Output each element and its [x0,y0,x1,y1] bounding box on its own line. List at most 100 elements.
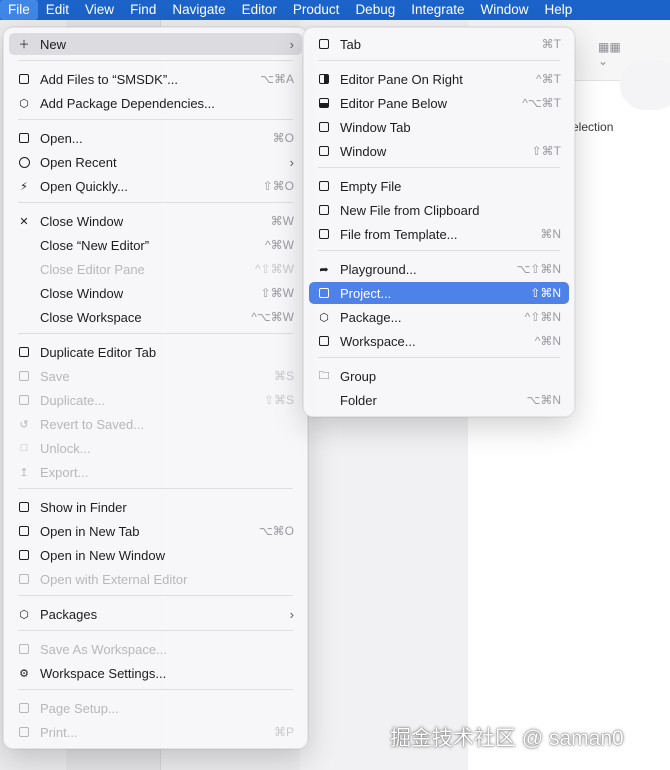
submenu-item-playground[interactable]: ➦ Playground... ⌥⇧⌘N [309,258,569,280]
revert-icon: ↺ [19,418,29,431]
submenu-item-group[interactable]: 🗀︎ Group [309,365,569,387]
clock-icon [17,155,31,169]
window-tab-icon [317,120,331,134]
submenu-item-editor-pane-below[interactable]: Editor Pane Below ^⌥⌘T [309,92,569,114]
tab-icon [317,37,331,51]
template-icon [317,227,331,241]
separator [18,202,293,203]
separator [318,167,560,168]
workspace-icon [317,334,331,348]
separator [318,357,560,358]
menubar-integrate[interactable]: Integrate [403,0,472,20]
duplicate-tab-icon [17,345,31,359]
menu-item-save[interactable]: Save ⌘S [9,365,302,387]
menu-item-revert-to-saved[interactable]: ↺ Revert to Saved... [9,413,302,435]
toolbar-blur [620,60,670,110]
add-files-icon [17,72,31,86]
submenu-item-folder[interactable]: Folder ⌥⌘N [309,389,569,411]
menubar-file[interactable]: File [0,0,38,20]
chevron-right-icon: › [289,154,294,170]
submenu-item-new-file-from-clipboard[interactable]: New File from Clipboard [309,199,569,221]
menu-item-export[interactable]: ↥ Export... [9,461,302,483]
package-icon: ⬡ [319,311,329,324]
open-icon [17,131,31,145]
menubar-debug[interactable]: Debug [347,0,403,20]
separator [18,333,293,334]
menu-item-add-package-dependencies[interactable]: ⬡ Add Package Dependencies... [9,92,302,114]
submenu-item-window-tab[interactable]: Window Tab [309,116,569,138]
lock-icon: □ [20,442,28,454]
menu-item-new[interactable]: ＋ New › [9,33,302,55]
menu-item-close-editor-pane[interactable]: Close Editor Pane ^⇧⌘W [9,258,302,280]
duplicate-icon [17,393,31,407]
menu-item-open-with-external-editor[interactable]: Open with External Editor [9,568,302,590]
menubar-navigate[interactable]: Navigate [164,0,233,20]
page-icon [17,701,31,715]
new-submenu: Tab ⌘T Editor Pane On Right ^⌘T Editor P… [303,27,575,417]
menu-item-close-new-editor[interactable]: Close “New Editor” ^⌘W [9,234,302,256]
window-icon [317,144,331,158]
printer-icon [17,725,31,739]
menu-item-open-quickly[interactable]: ⚡︎ Open Quickly... ⇧⌘O [9,175,302,197]
menu-item-print[interactable]: Print... ⌘P [9,721,302,743]
separator [18,630,293,631]
empty-file-icon [317,179,331,193]
finder-icon [17,500,31,514]
submenu-item-window[interactable]: Window ⇧⌘T [309,140,569,162]
menubar-view[interactable]: View [77,0,122,20]
close-icon: ✕ [19,215,29,228]
playground-icon: ➦ [319,263,329,276]
pane-below-icon [317,96,331,110]
export-icon: ↥ [19,466,29,479]
submenu-item-tab[interactable]: Tab ⌘T [309,33,569,55]
submenu-item-editor-pane-on-right[interactable]: Editor Pane On Right ^⌘T [309,68,569,90]
new-window-icon [17,548,31,562]
menu-item-open-in-new-window[interactable]: Open in New Window [9,544,302,566]
menu-bar: File Edit View Find Navigate Editor Prod… [0,0,670,20]
menubar-product[interactable]: Product [285,0,348,20]
submenu-item-empty-file[interactable]: Empty File [309,175,569,197]
separator [318,60,560,61]
external-editor-icon [17,572,31,586]
menu-item-close-window[interactable]: ✕ Close Window ⌘W [9,210,302,232]
package-icon: ⬡ [19,608,29,621]
chevron-right-icon: › [289,36,294,52]
separator [18,60,293,61]
menu-item-workspace-settings[interactable]: ⚙︎ Workspace Settings... [9,662,302,684]
menu-item-open[interactable]: Open... ⌘O [9,127,302,149]
menubar-help[interactable]: Help [537,0,581,20]
menubar-find[interactable]: Find [122,0,164,20]
workspace-icon [17,642,31,656]
separator [318,250,560,251]
selection-label: election [572,120,614,134]
folder-icon: 🗀︎ [318,369,330,382]
menu-item-add-files[interactable]: Add Files to “SMSDK”... ⌥⌘A [9,68,302,90]
new-tab-icon [17,524,31,538]
menu-item-duplicate[interactable]: Duplicate... ⇧⌘S [9,389,302,411]
menu-item-unlock[interactable]: □ Unlock... [9,437,302,459]
clipboard-icon [317,203,331,217]
menu-item-open-in-new-tab[interactable]: Open in New Tab ⌥⌘O [9,520,302,542]
menubar-edit[interactable]: Edit [38,0,77,20]
submenu-item-package[interactable]: ⬡ Package... ^⇧⌘N [309,306,569,328]
chevron-right-icon: › [289,606,294,622]
submenu-item-project[interactable]: Project... ⇧⌘N [309,282,569,304]
save-icon [17,369,31,383]
menu-item-duplicate-editor-tab[interactable]: Duplicate Editor Tab [9,341,302,363]
menubar-window[interactable]: Window [473,0,537,20]
grid-view-icon[interactable]: ▦▦ ⌄ [598,40,632,68]
separator [18,595,293,596]
submenu-item-file-from-template[interactable]: File from Template... ⌘N [309,223,569,245]
menu-item-close-window-alt[interactable]: Close Window ⇧⌘W [9,282,302,304]
menu-item-open-recent[interactable]: Open Recent › [9,151,302,173]
menu-item-packages[interactable]: ⬡ Packages › [9,603,302,625]
package-icon: ⬡ [19,97,29,110]
menu-item-show-in-finder[interactable]: Show in Finder [9,496,302,518]
menu-item-save-as-workspace[interactable]: Save As Workspace... [9,638,302,660]
submenu-item-workspace[interactable]: Workspace... ^⌘N [309,330,569,352]
menu-item-close-workspace[interactable]: Close Workspace ^⌥⌘W [9,306,302,328]
plus-icon: ＋ [18,39,30,51]
menu-item-page-setup[interactable]: Page Setup... [9,697,302,719]
menubar-editor[interactable]: Editor [234,0,285,20]
separator [18,119,293,120]
